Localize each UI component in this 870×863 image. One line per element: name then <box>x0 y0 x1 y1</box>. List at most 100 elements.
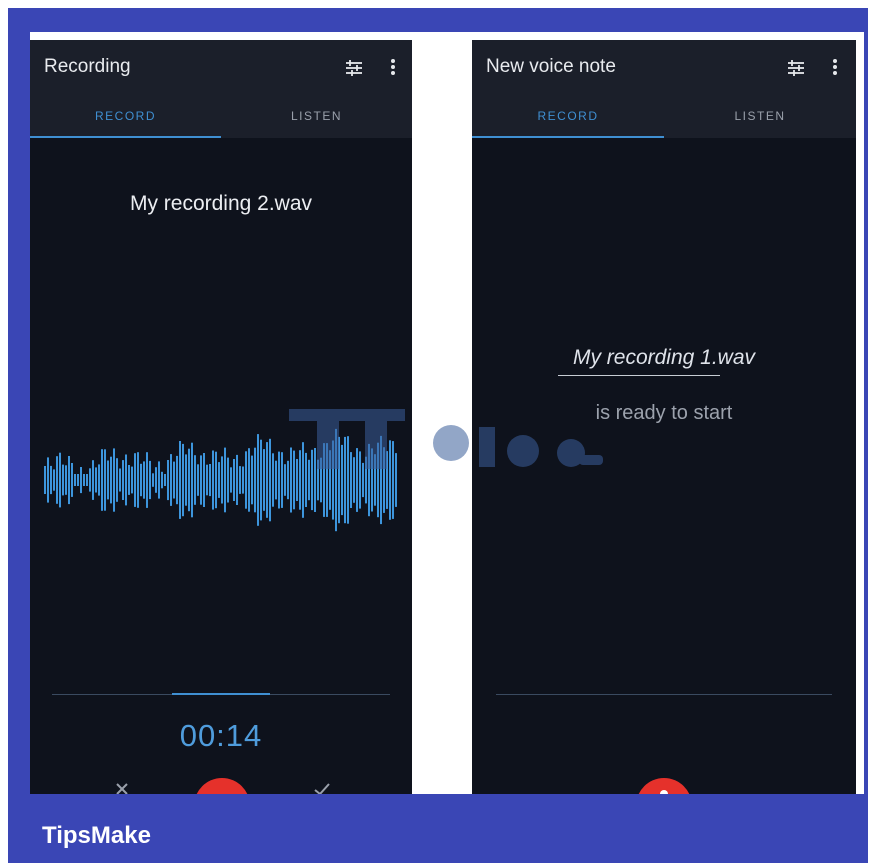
check-icon[interactable] <box>312 782 332 794</box>
waveform-bar <box>50 465 52 495</box>
waveform-bar <box>95 467 97 493</box>
waveform-bar <box>92 460 94 500</box>
waveform-bar <box>56 456 58 504</box>
waveform-bar <box>161 471 163 489</box>
waveform-bar <box>248 448 250 512</box>
waveform-bar <box>140 463 142 497</box>
waveform-bar <box>119 468 121 492</box>
waveform-bar <box>128 465 130 495</box>
waveform-bar <box>89 468 91 492</box>
waveform-bar <box>233 459 235 501</box>
waveform-bar <box>197 464 199 496</box>
waveform-bar <box>113 448 115 512</box>
elapsed-timer: 00:14 <box>179 718 263 753</box>
pause-button[interactable] <box>194 778 250 794</box>
active-tab-indicator <box>472 136 664 138</box>
waveform-bar <box>236 454 238 505</box>
filename-underline <box>558 375 720 376</box>
waveform-bar <box>137 452 139 508</box>
waveform-bar <box>98 464 100 496</box>
waveform-bar <box>251 455 253 505</box>
waveform-bar <box>260 439 262 521</box>
tune-icon[interactable] <box>344 58 364 78</box>
waveform-bar <box>215 451 217 509</box>
waveform-bar <box>65 465 67 495</box>
waveform-bar <box>200 455 202 505</box>
waveform-bar <box>77 474 79 486</box>
waveform-bar <box>272 453 274 507</box>
app-bar: New voice note <box>472 40 856 96</box>
waveform-bar <box>275 460 277 500</box>
waveform-bar <box>218 462 220 498</box>
waveform-bar <box>68 456 70 505</box>
waveform-bar <box>44 466 46 494</box>
tab-record[interactable]: RECORD <box>472 96 664 138</box>
waveform-bar <box>164 474 166 486</box>
waveform-bar <box>176 455 178 505</box>
screen-title: Recording <box>44 56 131 77</box>
active-tab-indicator <box>30 136 221 138</box>
waveform-bar <box>59 452 61 508</box>
waveform-bar <box>107 460 109 500</box>
tab-listen[interactable]: LISTEN <box>221 96 412 138</box>
waveform-bar <box>143 461 145 499</box>
tune-icon[interactable] <box>786 58 806 78</box>
waveform-bar <box>194 455 196 505</box>
more-vert-icon[interactable] <box>388 56 398 78</box>
waveform-bar <box>266 442 268 518</box>
waveform-bar <box>239 466 241 494</box>
waveform-bar <box>155 467 157 493</box>
waveform-bar <box>254 447 256 513</box>
waveform-bar <box>116 458 118 502</box>
waveform-bar <box>224 447 226 513</box>
timeline-position[interactable] <box>172 693 270 695</box>
waveform-bar <box>101 449 103 511</box>
waveform-bar <box>206 464 208 496</box>
waveform-bar <box>80 467 82 494</box>
waveform-bar <box>62 464 64 496</box>
mic-icon <box>660 790 668 794</box>
waveform-bar <box>278 451 280 509</box>
waveform-bar <box>125 454 127 506</box>
waveform-bar <box>146 452 148 508</box>
waveform-bar <box>86 474 88 486</box>
waveform-bar <box>158 461 160 499</box>
tipsmake-watermark-logo <box>289 409 603 469</box>
brand-caption: TipsMake <box>42 822 151 849</box>
more-vert-icon[interactable] <box>830 56 840 78</box>
waveform-bar <box>83 474 85 486</box>
waveform-bar <box>152 473 154 487</box>
waveform-bar <box>182 443 184 517</box>
waveform-bar <box>170 454 172 506</box>
waveform-bar <box>188 448 190 512</box>
waveform-bar <box>230 467 232 493</box>
waveform-bar <box>221 456 223 504</box>
waveform-bar <box>245 451 247 509</box>
waveform-bar <box>47 457 49 503</box>
app-bar: Recording <box>30 40 412 96</box>
screen-title: New voice note <box>486 56 616 77</box>
timeline-track <box>496 694 832 695</box>
waveform-bar <box>257 434 259 526</box>
waveform-bar <box>227 457 229 503</box>
record-button[interactable] <box>636 778 692 794</box>
recording-filename: My recording 2.wav <box>129 192 313 215</box>
waveform-bar <box>263 449 265 511</box>
tab-listen[interactable]: LISTEN <box>664 96 856 138</box>
waveform-bar <box>269 438 271 522</box>
waveform-bar <box>212 450 214 510</box>
waveform-bar <box>104 449 106 511</box>
tab-bar: RECORD LISTEN <box>30 96 412 138</box>
waveform-bar <box>149 460 151 500</box>
tab-bar: RECORD LISTEN <box>472 96 856 138</box>
cancel-icon[interactable] <box>112 782 132 794</box>
waveform-bar <box>110 456 112 504</box>
waveform-bar <box>209 464 211 497</box>
waveform-bar <box>179 441 181 519</box>
recording-filename[interactable]: My recording 1.wav <box>472 346 856 370</box>
waveform-bar <box>71 463 73 497</box>
waveform-bar <box>131 466 133 494</box>
waveform-bar <box>191 442 193 518</box>
waveform-bar <box>74 474 76 486</box>
tab-record[interactable]: RECORD <box>30 96 221 138</box>
